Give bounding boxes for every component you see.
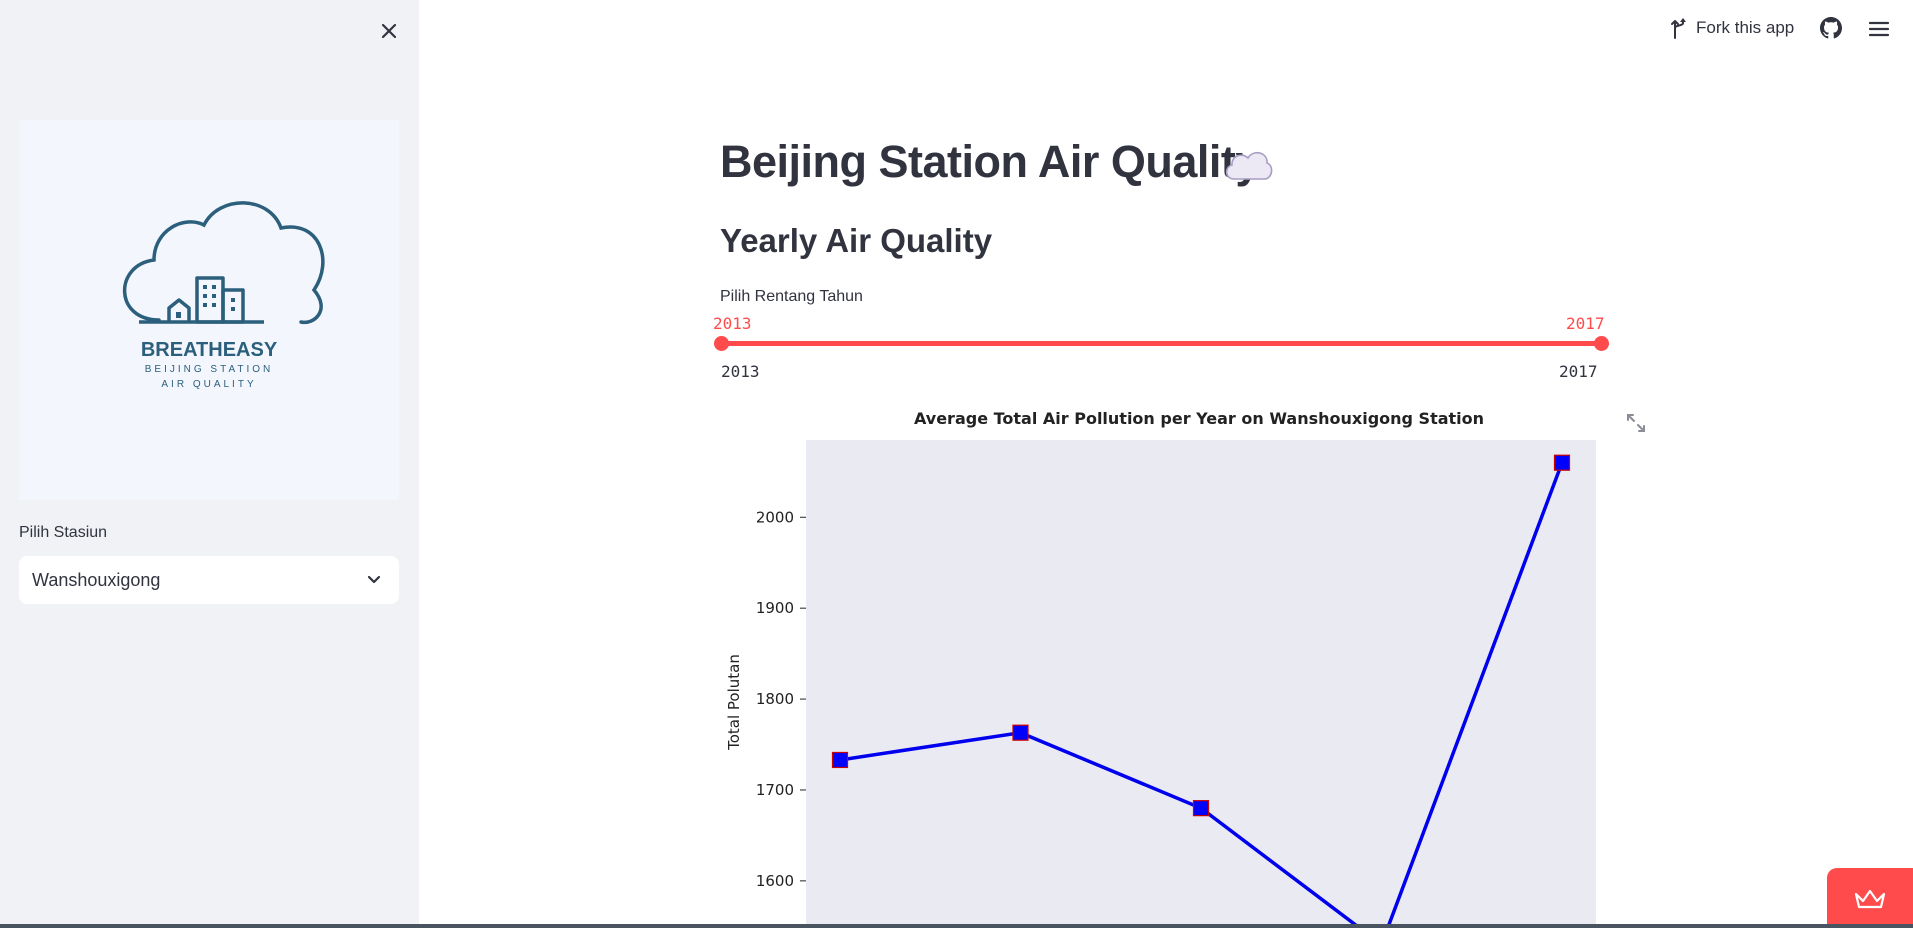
page-title: Beijing Station Air Quality: [720, 136, 1260, 187]
slider-start-thumb[interactable]: [714, 336, 729, 351]
close-sidebar-button[interactable]: [376, 18, 402, 44]
slider-start-value: 2013: [713, 314, 752, 333]
fullscreen-button[interactable]: [1625, 412, 1647, 434]
app-window: BREATHEASY BEIJING STATION AIR QUALITY P…: [0, 0, 1913, 924]
logo-line2-text: AIR QUALITY: [161, 379, 256, 390]
fork-icon: [1671, 18, 1686, 39]
slider-end-value: 2017: [1566, 314, 1605, 333]
section-heading: Yearly Air Quality: [720, 222, 993, 259]
fork-app-label: Fork this app: [1696, 18, 1795, 37]
slider-min-label: 2013: [721, 362, 760, 381]
sidebar-logo: BREATHEASY BEIJING STATION AIR QUALITY: [19, 120, 399, 500]
plot-area: [806, 440, 1596, 924]
cloud-emoji-icon: [1225, 151, 1273, 180]
yearly-pollution-chart: Average Total Air Pollution per Year on …: [715, 400, 1615, 924]
year-range-track[interactable]: [721, 341, 1601, 346]
hamburger-menu-icon: [1868, 21, 1890, 37]
data-point-2015: [1192, 800, 1210, 817]
slider-max-label: 2017: [1559, 362, 1598, 381]
station-select-label: Pilih Stasiun: [19, 524, 108, 541]
chart-title: Average Total Air Pollution per Year on …: [914, 409, 1484, 428]
data-point-2014: [1012, 724, 1029, 741]
data-point-2013: [831, 751, 849, 769]
main-menu-button[interactable]: [1868, 18, 1890, 40]
sidebar: BREATHEASY BEIJING STATION AIR QUALITY P…: [0, 0, 419, 924]
chart-svg: Average Total Air Pollution per Year on …: [725, 409, 1596, 924]
y-tick-label: 1800: [756, 690, 794, 708]
y-axis-label: Total Polutan: [725, 654, 743, 751]
slider-end-thumb[interactable]: [1594, 336, 1609, 351]
cloud-city-logo-icon: BREATHEASY BEIJING STATION AIR QUALITY: [122, 201, 325, 390]
station-select-value: Wanshouxigong: [32, 569, 161, 590]
logo-line1-text: BEIJING STATION: [145, 364, 274, 375]
y-axis-ticks: 1600 1700 1800 1900 2000: [756, 508, 806, 890]
github-button[interactable]: [1820, 17, 1842, 39]
data-point-2017: [1553, 454, 1571, 471]
y-tick-label: 1600: [756, 872, 794, 890]
station-select[interactable]: Wanshouxigong: [19, 556, 399, 604]
logo-brand-text: BREATHEASY: [141, 339, 278, 361]
chevron-down-icon: [367, 575, 381, 584]
y-tick-label: 2000: [756, 508, 794, 526]
fullscreen-expand-icon: [1627, 414, 1645, 432]
year-range-label: Pilih Rentang Tahun: [720, 288, 863, 305]
close-icon: [381, 23, 397, 39]
streamlit-badge[interactable]: [1827, 868, 1913, 924]
y-tick-label: 1900: [756, 599, 794, 617]
streamlit-crown-icon: [1854, 889, 1886, 909]
github-icon: [1820, 17, 1842, 39]
fork-app-button[interactable]: Fork this app: [1670, 14, 1794, 42]
y-tick-label: 1700: [756, 781, 794, 799]
